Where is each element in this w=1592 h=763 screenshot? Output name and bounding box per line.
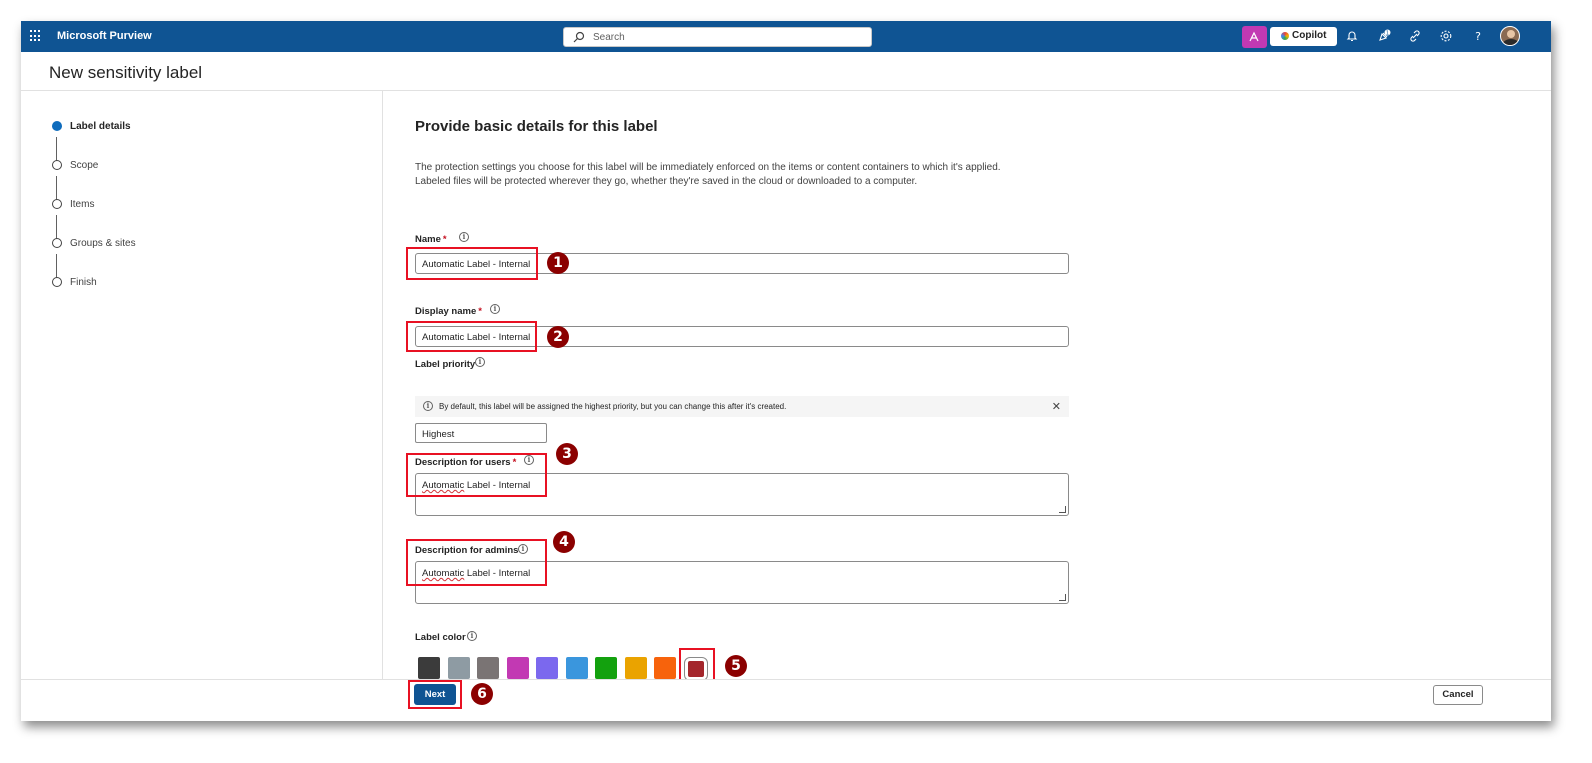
resize-grip-icon[interactable] — [1059, 594, 1066, 601]
intro-text: The protection settings you choose for t… — [415, 161, 1115, 189]
avatar[interactable] — [1500, 26, 1520, 46]
annotation-badge: 4 — [553, 531, 575, 553]
step-circle-icon — [52, 199, 62, 209]
wizard-steps: Label details Scope Items Groups & sites… — [21, 91, 383, 679]
color-swatch[interactable] — [477, 657, 499, 679]
step-circle-icon — [52, 238, 62, 248]
annotation-badge: 5 — [725, 655, 747, 677]
annotation-box — [406, 247, 538, 280]
color-swatch[interactable] — [595, 657, 617, 679]
step-label: Scope — [70, 160, 99, 171]
display-name-label-text: Display name — [415, 306, 477, 317]
app-name[interactable]: Microsoft Purview — [57, 30, 152, 42]
step-circle-icon — [52, 277, 62, 287]
search-placeholder: Search — [593, 32, 625, 43]
info-icon[interactable]: i — [459, 232, 469, 242]
page-title: New sensitivity label — [49, 63, 203, 82]
color-swatch[interactable] — [565, 657, 588, 679]
info-icon[interactable]: i — [490, 304, 500, 314]
required-mark: * — [478, 306, 482, 317]
name-label: Name * — [415, 234, 447, 245]
color-label: Label color — [415, 632, 466, 643]
help-icon[interactable]: ? — [1471, 29, 1485, 43]
priority-label: Label priority — [415, 359, 476, 370]
color-swatch[interactable] — [418, 657, 440, 679]
cancel-button[interactable]: Cancel — [1433, 685, 1483, 705]
copilot-icon — [1281, 32, 1289, 40]
color-swatch[interactable] — [624, 657, 647, 679]
main-content: Provide basic details for this label The… — [384, 91, 1551, 685]
step-label: Label details — [70, 121, 131, 132]
copilot-label: Copilot — [1292, 30, 1327, 41]
close-icon[interactable]: ✕ — [1052, 400, 1061, 413]
intro-line-2: Labeled files will be protected wherever… — [415, 176, 918, 187]
search-input[interactable]: Search — [563, 27, 872, 47]
copilot-button[interactable]: Copilot — [1270, 27, 1337, 46]
top-bar: Microsoft Purview Search Copilot 1 ? — [21, 21, 1551, 52]
annotation-badge: 3 — [556, 443, 578, 465]
feedback-icon[interactable]: 1 — [1377, 29, 1391, 43]
required-mark: * — [442, 234, 447, 245]
footer-bar: Next 6 Cancel — [21, 679, 1551, 721]
color-swatch[interactable] — [536, 657, 558, 679]
next-button[interactable]: Next — [414, 684, 456, 705]
resize-grip-icon[interactable] — [1059, 506, 1066, 513]
priority-field[interactable]: Highest — [415, 423, 547, 443]
app-launcher-icon[interactable] — [30, 30, 42, 42]
step-label: Groups & sites — [70, 238, 136, 249]
annotation-box — [406, 321, 537, 352]
color-swatch[interactable] — [447, 657, 470, 679]
color-swatch[interactable] — [506, 657, 529, 679]
notification-badge: 1 — [1386, 31, 1389, 37]
premium-icon — [1249, 31, 1259, 42]
svg-text:?: ? — [1475, 30, 1481, 43]
page-header: New sensitivity label — [21, 52, 1551, 91]
priority-message-bar: i By default, this label will be assigne… — [415, 396, 1069, 417]
intro-line-1: The protection settings you choose for t… — [415, 162, 1001, 173]
step-current-icon — [52, 121, 62, 131]
display-name-label: Display name * — [415, 306, 482, 317]
name-label-text: Name — [415, 234, 441, 245]
search-icon — [573, 31, 585, 43]
gear-icon[interactable] — [1439, 29, 1453, 43]
step-label: Items — [70, 199, 95, 210]
annotation-box — [406, 453, 547, 497]
premium-button[interactable] — [1242, 26, 1267, 48]
annotation-badge: 6 — [471, 683, 493, 705]
step-circle-icon — [52, 160, 62, 170]
app-window: Microsoft Purview Search Copilot 1 ? New… — [21, 21, 1551, 721]
priority-message: By default, this label will be assigned … — [439, 402, 787, 411]
color-swatch[interactable] — [654, 657, 676, 679]
bell-icon[interactable] — [1345, 29, 1359, 43]
step-label: Finish — [70, 277, 97, 288]
link-icon[interactable] — [1408, 29, 1422, 43]
info-icon[interactable]: i — [475, 357, 485, 367]
annotation-badge: 2 — [547, 326, 569, 348]
info-icon[interactable]: i — [467, 631, 477, 641]
annotation-badge: 1 — [547, 252, 569, 274]
info-icon: i — [423, 401, 433, 411]
annotation-box — [406, 539, 547, 586]
section-heading: Provide basic details for this label — [415, 118, 658, 135]
